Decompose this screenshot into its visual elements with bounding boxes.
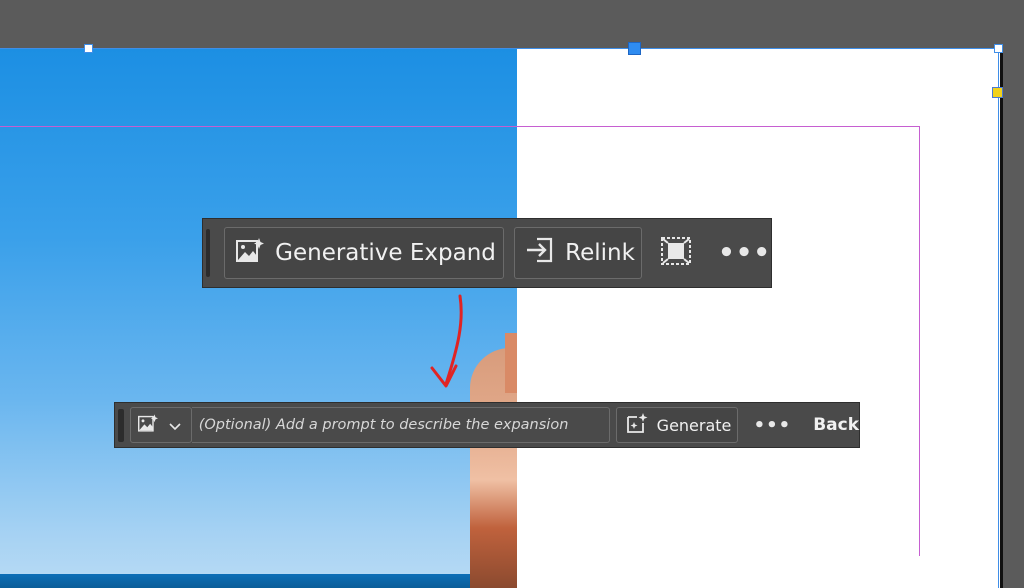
relink-button[interactable]: Relink xyxy=(514,227,643,279)
generative-expand-label: Generative Expand xyxy=(275,240,496,266)
prompt-placeholder: (Optional) Add a prompt to describe the … xyxy=(198,417,569,433)
contextual-task-bar: Generative Expand Relink ••• xyxy=(202,218,772,288)
image-sparkle-icon xyxy=(137,413,159,437)
back-button[interactable]: Back xyxy=(813,415,859,435)
frame-corner-options-handle[interactable] xyxy=(992,87,1003,98)
frame-handle-top-right[interactable] xyxy=(994,44,1003,53)
generative-expand-button[interactable]: Generative Expand xyxy=(224,227,505,279)
more-options-button[interactable]: ••• xyxy=(718,238,771,268)
annotation-arrow-icon xyxy=(430,294,463,388)
toolbar-grip[interactable] xyxy=(206,229,211,277)
frame-selection-top-edge xyxy=(0,48,999,49)
toolbar-grip[interactable] xyxy=(118,408,124,442)
generate-sparkle-icon xyxy=(625,412,649,438)
more-options-button[interactable]: ••• xyxy=(754,415,792,436)
prompt-input[interactable]: (Optional) Add a prompt to describe the … xyxy=(191,407,610,443)
frame-fit-button[interactable] xyxy=(660,236,692,270)
frame-handle-top-center[interactable] xyxy=(628,42,641,55)
frame-fit-icon xyxy=(660,236,692,270)
generate-label: Generate xyxy=(656,415,732,435)
image-sea xyxy=(0,574,470,588)
relink-icon xyxy=(525,235,555,271)
content-type-dropdown[interactable] xyxy=(129,407,192,443)
chevron-down-icon xyxy=(169,416,181,435)
generate-button[interactable]: Generate xyxy=(615,407,738,443)
page-edge-shadow xyxy=(1000,48,1003,588)
relink-label: Relink xyxy=(565,240,635,266)
generative-expand-task-bar: (Optional) Add a prompt to describe the … xyxy=(114,402,860,448)
frame-handle-top-left[interactable] xyxy=(84,44,93,53)
image-sparkle-icon xyxy=(235,236,265,270)
frame-selection-right-edge xyxy=(998,48,999,588)
